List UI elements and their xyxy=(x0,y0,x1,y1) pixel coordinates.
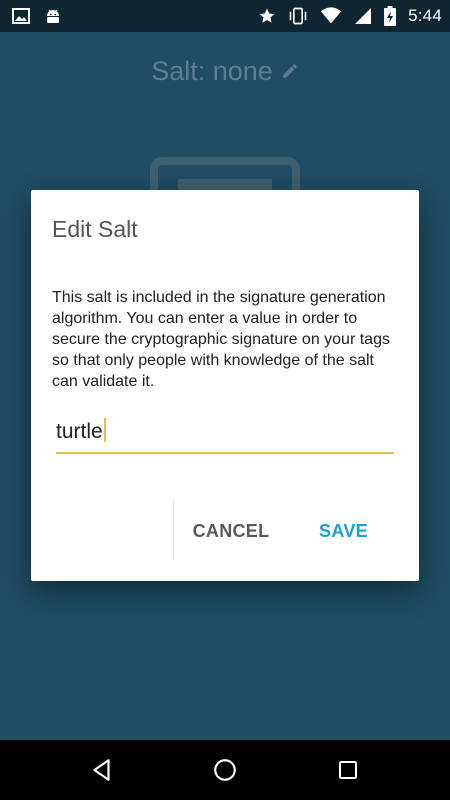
save-button[interactable]: SAVE xyxy=(306,510,381,552)
status-bar: 5:44 xyxy=(0,0,450,32)
android-icon xyxy=(44,7,62,25)
status-time: 5:44 xyxy=(408,6,442,25)
recents-icon[interactable] xyxy=(318,740,378,800)
navigation-bar xyxy=(0,740,450,800)
vibrate-icon xyxy=(288,7,308,25)
status-left-icons xyxy=(12,7,62,25)
battery-charging-icon xyxy=(384,6,397,26)
dialog-title: Edit Salt xyxy=(52,216,138,242)
home-icon[interactable] xyxy=(195,740,255,800)
salt-title[interactable]: Salt: none xyxy=(0,56,450,87)
dialog-message: This salt is included in the signature g… xyxy=(52,289,390,390)
signal-icon xyxy=(354,7,372,25)
back-icon[interactable] xyxy=(72,740,132,800)
salt-title-text: Salt: none xyxy=(151,56,273,86)
button-divider xyxy=(173,500,174,560)
status-right-icons: 5:44 xyxy=(258,6,442,26)
cancel-button[interactable]: CANCEL xyxy=(181,510,281,552)
image-icon xyxy=(12,8,30,24)
edit-salt-dialog: Edit Salt This salt is included in the s… xyxy=(31,190,419,581)
pencil-icon[interactable] xyxy=(281,56,299,87)
salt-input[interactable] xyxy=(56,414,394,454)
star-icon xyxy=(258,7,276,25)
wifi-icon xyxy=(320,7,342,25)
